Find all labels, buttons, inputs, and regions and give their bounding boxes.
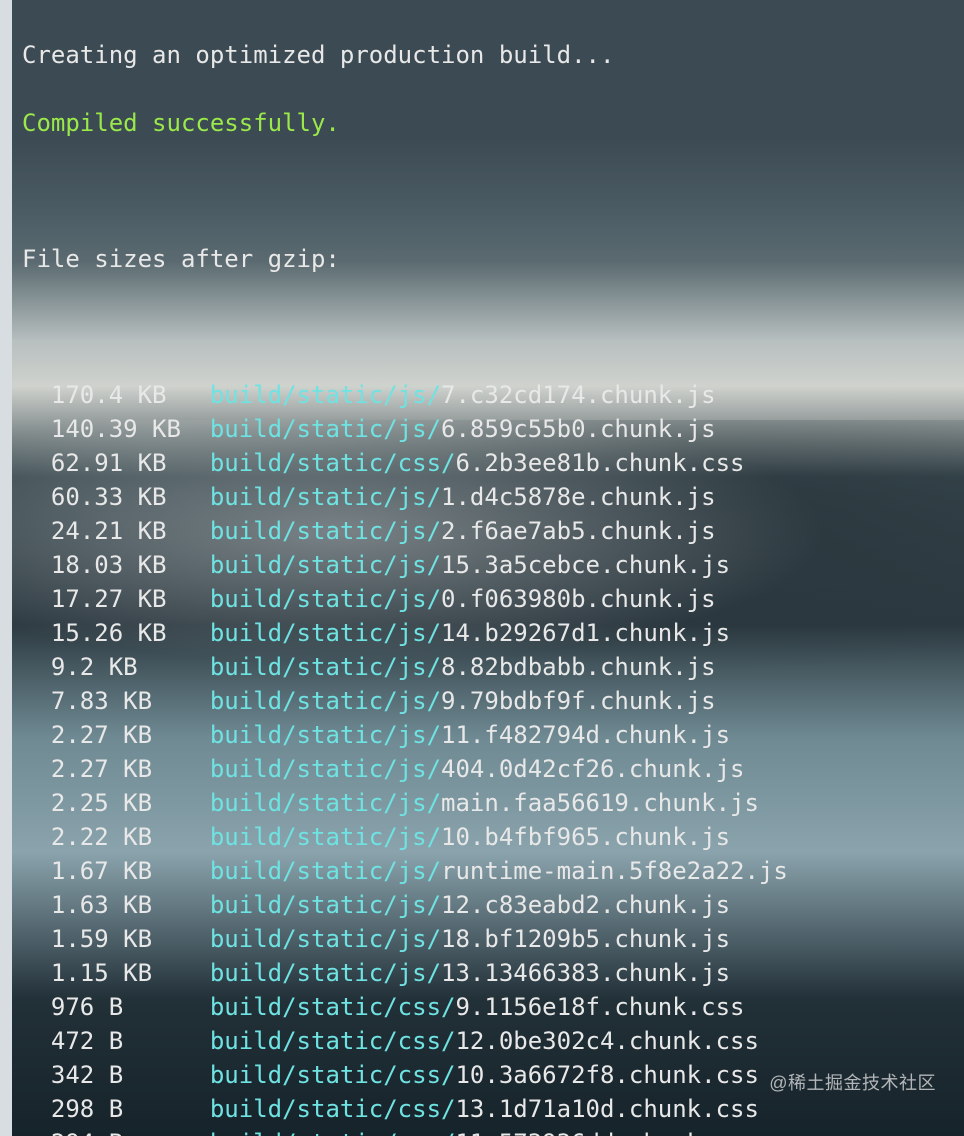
build-status-line: Creating an optimized production build..… [22, 38, 964, 72]
file-path: build/static/js/ [210, 857, 441, 885]
file-row: 1.67 KBbuild/static/js/runtime-main.5f8e… [22, 854, 964, 888]
file-size: 15.26 KB [51, 616, 210, 650]
file-row: 2.22 KBbuild/static/js/10.b4fbf965.chunk… [22, 820, 964, 854]
file-size: 342 B [51, 1058, 210, 1092]
watermark-text: @稀土掘金技术社区 [769, 1066, 936, 1100]
file-path: build/static/js/ [210, 823, 441, 851]
file-name: 11.f482794d.chunk.js [441, 721, 730, 749]
file-row: 18.03 KBbuild/static/js/15.3a5cebce.chun… [22, 548, 964, 582]
file-name: 10.b4fbf965.chunk.js [441, 823, 730, 851]
file-path: build/static/js/ [210, 619, 441, 647]
file-name: 1.d4c5878e.chunk.js [441, 483, 716, 511]
file-row: 2.25 KBbuild/static/js/main.faa56619.chu… [22, 786, 964, 820]
file-name: 0.f063980b.chunk.js [441, 585, 716, 613]
file-path: build/static/js/ [210, 755, 441, 783]
file-row: 24.21 KBbuild/static/js/2.f6ae7ab5.chunk… [22, 514, 964, 548]
file-size: 60.33 KB [51, 480, 210, 514]
file-row: 15.26 KBbuild/static/js/14.b29267d1.chun… [22, 616, 964, 650]
file-size: 2.27 KB [51, 752, 210, 786]
file-size: 294 B [51, 1126, 210, 1136]
file-name: 7.c32cd174.chunk.js [441, 381, 716, 409]
file-size: 17.27 KB [51, 582, 210, 616]
file-name: 9.1156e18f.chunk.css [455, 993, 744, 1021]
file-size-list: 170.4 KBbuild/static/js/7.c32cd174.chunk… [22, 378, 964, 1136]
file-row: 2.27 KBbuild/static/js/404.0d42cf26.chun… [22, 752, 964, 786]
file-row: 2.27 KBbuild/static/js/11.f482794d.chunk… [22, 718, 964, 752]
file-size: 472 B [51, 1024, 210, 1058]
file-size: 7.83 KB [51, 684, 210, 718]
file-row: 7.83 KBbuild/static/js/9.79bdbf9f.chunk.… [22, 684, 964, 718]
file-path: build/static/css/ [210, 1027, 456, 1055]
file-path: build/static/css/ [210, 1061, 456, 1089]
file-name: 11.573936dd.chunk.css [455, 1129, 758, 1136]
file-size: 2.22 KB [51, 820, 210, 854]
file-row: 1.59 KBbuild/static/js/18.bf1209b5.chunk… [22, 922, 964, 956]
file-name: 18.bf1209b5.chunk.js [441, 925, 730, 953]
file-row: 472 Bbuild/static/css/12.0be302c4.chunk.… [22, 1024, 964, 1058]
file-path: build/static/js/ [210, 585, 441, 613]
file-path: build/static/js/ [210, 653, 441, 681]
file-row: 1.63 KBbuild/static/js/12.c83eabd2.chunk… [22, 888, 964, 922]
file-row: 60.33 KBbuild/static/js/1.d4c5878e.chunk… [22, 480, 964, 514]
file-path: build/static/css/ [210, 1095, 456, 1123]
file-size: 62.91 KB [51, 446, 210, 480]
file-name: main.faa56619.chunk.js [441, 789, 759, 817]
file-name: 10.3a6672f8.chunk.css [455, 1061, 758, 1089]
file-path: build/static/js/ [210, 415, 441, 443]
file-name: 13.1d71a10d.chunk.css [455, 1095, 758, 1123]
file-row: 62.91 KBbuild/static/css/6.2b3ee81b.chun… [22, 446, 964, 480]
file-size: 9.2 KB [51, 650, 210, 684]
file-name: 6.859c55b0.chunk.js [441, 415, 716, 443]
file-name: 6.2b3ee81b.chunk.css [455, 449, 744, 477]
file-row: 17.27 KBbuild/static/js/0.f063980b.chunk… [22, 582, 964, 616]
file-size: 1.67 KB [51, 854, 210, 888]
file-size: 1.63 KB [51, 888, 210, 922]
file-size: 976 B [51, 990, 210, 1024]
file-size: 170.4 KB [51, 378, 210, 412]
file-size: 140.39 KB [51, 412, 210, 446]
file-name: runtime-main.5f8e2a22.js [441, 857, 788, 885]
file-size: 2.27 KB [51, 718, 210, 752]
file-name: 14.b29267d1.chunk.js [441, 619, 730, 647]
blank-line [22, 310, 964, 344]
file-name: 13.13466383.chunk.js [441, 959, 730, 987]
file-size: 1.59 KB [51, 922, 210, 956]
file-name: 2.f6ae7ab5.chunk.js [441, 517, 716, 545]
file-name: 9.79bdbf9f.chunk.js [441, 687, 716, 715]
file-name: 12.0be302c4.chunk.css [455, 1027, 758, 1055]
file-path: build/static/js/ [210, 687, 441, 715]
file-path: build/static/css/ [210, 449, 456, 477]
file-name: 12.c83eabd2.chunk.js [441, 891, 730, 919]
file-path: build/static/css/ [210, 1129, 456, 1136]
file-size: 18.03 KB [51, 548, 210, 582]
file-sizes-header: File sizes after gzip: [22, 242, 964, 276]
file-path: build/static/js/ [210, 551, 441, 579]
compiled-status-line: Compiled successfully. [22, 106, 964, 140]
file-path: build/static/js/ [210, 925, 441, 953]
file-row: 294 Bbuild/static/css/11.573936dd.chunk.… [22, 1126, 964, 1136]
file-size: 298 B [51, 1092, 210, 1126]
file-name: 404.0d42cf26.chunk.js [441, 755, 744, 783]
file-path: build/static/js/ [210, 959, 441, 987]
file-path: build/static/js/ [210, 517, 441, 545]
file-name: 8.82bdbabb.chunk.js [441, 653, 716, 681]
file-row: 170.4 KBbuild/static/js/7.c32cd174.chunk… [22, 378, 964, 412]
file-size: 1.15 KB [51, 956, 210, 990]
file-row: 9.2 KBbuild/static/js/8.82bdbabb.chunk.j… [22, 650, 964, 684]
file-path: build/static/css/ [210, 993, 456, 1021]
file-name: 15.3a5cebce.chunk.js [441, 551, 730, 579]
file-path: build/static/js/ [210, 891, 441, 919]
terminal-output: Creating an optimized production build..… [0, 0, 964, 1136]
file-size: 24.21 KB [51, 514, 210, 548]
file-row: 1.15 KBbuild/static/js/13.13466383.chunk… [22, 956, 964, 990]
file-size: 2.25 KB [51, 786, 210, 820]
file-path: build/static/js/ [210, 381, 441, 409]
file-row: 976 Bbuild/static/css/9.1156e18f.chunk.c… [22, 990, 964, 1024]
file-row: 140.39 KBbuild/static/js/6.859c55b0.chun… [22, 412, 964, 446]
file-path: build/static/js/ [210, 483, 441, 511]
blank-line [22, 174, 964, 208]
file-path: build/static/js/ [210, 789, 441, 817]
file-path: build/static/js/ [210, 721, 441, 749]
